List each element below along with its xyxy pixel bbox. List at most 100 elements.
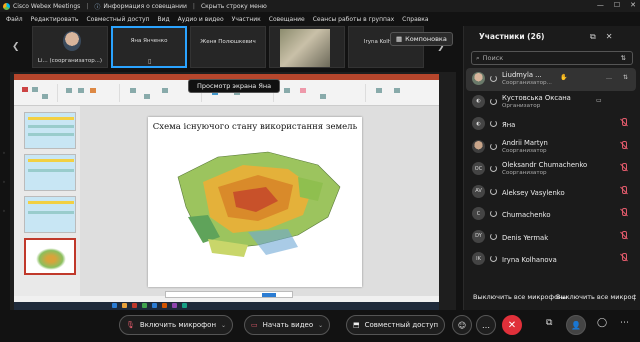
- menu-help[interactable]: Справка: [398, 16, 432, 23]
- slide-thumb[interactable]: [24, 196, 76, 233]
- audio-status-icon: [490, 120, 497, 127]
- thumb-name: Женя Полюшкевич: [200, 39, 256, 45]
- screen-share-banner[interactable]: Просмотр экрана Яна: [188, 79, 281, 93]
- slide-thumb[interactable]: [24, 154, 76, 191]
- participant-row[interactable]: OC Oleksandr Chumachenko Соорганизатор: [466, 158, 636, 181]
- mic-off-icon: 🎙: [126, 321, 135, 329]
- audio-status-icon: [490, 97, 497, 105]
- avatar: [472, 72, 485, 85]
- video-thumb[interactable]: [269, 26, 345, 68]
- slide-thumb-selected[interactable]: [24, 238, 76, 275]
- land-use-map: [177, 151, 341, 257]
- end-call-button[interactable]: ✕: [502, 315, 522, 335]
- participant-row[interactable]: ◐ Яна: [466, 113, 636, 136]
- audio-status-icon: [490, 210, 497, 217]
- title-bar: Cisco Webex Meetings | ⓘ Информация о со…: [0, 0, 640, 12]
- rail-icon[interactable]: ◦: [0, 208, 8, 215]
- video-thumb[interactable]: Li... (соорганизатор...): [32, 26, 108, 68]
- info-icon[interactable]: ⓘ: [94, 2, 100, 11]
- menu-participant[interactable]: Участник: [228, 16, 265, 23]
- audio-icon[interactable]: ⇅: [623, 74, 628, 81]
- slides-pane: [14, 106, 80, 302]
- participant-row[interactable]: DY Denis Yermak: [466, 226, 636, 249]
- avatar: OC: [472, 162, 485, 175]
- share-button[interactable]: ⬒ Совместный доступ: [346, 315, 446, 335]
- layout-button[interactable]: ▦ Компоновка: [390, 32, 453, 46]
- menu-meeting[interactable]: Совещание: [265, 16, 309, 23]
- minimize-icon[interactable]: —: [597, 1, 604, 9]
- mute-all-button[interactable]: Выключить все микрофоны: [473, 293, 567, 301]
- participant-row[interactable]: IK Iryna Kolhanova: [466, 248, 636, 271]
- mic-muted-icon[interactable]: [619, 253, 628, 263]
- video-thumb[interactable]: Женя Полюшкевич: [190, 26, 266, 68]
- sort-icon[interactable]: ⇅: [621, 54, 626, 62]
- more-panels-icon[interactable]: ⋯: [620, 318, 629, 328]
- participants-list: Liudmyla ... Соорганизатор... ✋ … ⇅ ◐ Ку…: [466, 68, 636, 271]
- mic-muted-icon[interactable]: [619, 230, 628, 241]
- participant-search-input[interactable]: ⌕ Поиск ⇅: [471, 51, 633, 65]
- menu-bar: Файл Редактировать Совместный доступ Вид…: [0, 13, 460, 25]
- menu-edit[interactable]: Редактировать: [27, 16, 83, 23]
- breakout-icon[interactable]: ⧉: [546, 318, 552, 328]
- avatar: C: [472, 207, 485, 220]
- ppt-notification: [165, 291, 293, 298]
- participant-row[interactable]: C Chumachenko: [466, 203, 636, 226]
- video-button[interactable]: ▭ Начать видео ⌄: [244, 315, 331, 335]
- participants-title: Участники (26): [479, 32, 545, 41]
- slide-thumb[interactable]: [24, 112, 76, 149]
- mic-muted-icon[interactable]: [619, 163, 628, 173]
- audio-status-icon: [490, 255, 497, 262]
- mic-muted-icon[interactable]: [619, 140, 628, 151]
- share-icon: ⬒: [353, 321, 360, 329]
- rail-icon[interactable]: ◦: [0, 179, 8, 186]
- mic-button[interactable]: 🎙 Включить микрофон ⌄: [119, 315, 234, 335]
- avatar: [472, 139, 485, 153]
- audio-status-icon: [490, 75, 497, 82]
- rail-icon[interactable]: ◦: [0, 150, 8, 157]
- unmute-all-button[interactable]: Выключить все микрофоны: [556, 293, 636, 301]
- participant-row[interactable]: ◐ Кустовська Оксана Организатор ▭: [466, 91, 636, 114]
- audio-status-icon: [490, 232, 497, 240]
- participants-icon[interactable]: 👤: [566, 315, 586, 335]
- close-panel-icon[interactable]: ✕: [606, 32, 613, 42]
- audio-status-icon: [490, 187, 497, 195]
- participant-row[interactable]: Andrii Martyn Соорганизатор: [466, 136, 636, 159]
- chevron-down-icon[interactable]: ⌄: [221, 322, 226, 329]
- mic-muted-icon[interactable]: [619, 185, 628, 196]
- more-options-button[interactable]: …: [476, 315, 496, 335]
- meeting-info-link[interactable]: Информация о совещании: [103, 3, 187, 10]
- mic-muted-icon[interactable]: [619, 118, 628, 128]
- maximize-icon[interactable]: ☐: [614, 1, 620, 9]
- menu-file[interactable]: Файл: [2, 16, 27, 23]
- layout-icon: ▦: [396, 35, 403, 43]
- popout-icon[interactable]: ⧉: [590, 32, 596, 42]
- close-icon[interactable]: ✕: [630, 1, 636, 9]
- menu-breakout[interactable]: Сеансы работы в группах: [309, 16, 398, 23]
- video-feed: [280, 29, 330, 67]
- thumb-name: Яна Янченко: [130, 38, 168, 44]
- chat-icon[interactable]: ◯: [597, 318, 607, 328]
- prev-arrow-icon[interactable]: ❮: [12, 42, 20, 52]
- thumb-name: Li... (соорганизатор...): [37, 58, 103, 64]
- chevron-down-icon[interactable]: ⌄: [318, 322, 323, 329]
- os-taskbar: [14, 302, 439, 310]
- avatar: IK: [472, 252, 485, 265]
- participant-row[interactable]: Liudmyla ... Соорганизатор... ✋ … ⇅: [466, 68, 636, 91]
- menu-share[interactable]: Совместный доступ: [82, 16, 153, 23]
- reactions-button[interactable]: ☺: [452, 315, 472, 335]
- hand-icon: ✋: [560, 74, 568, 81]
- camera-off-icon: ▭: [251, 321, 258, 329]
- participant-row[interactable]: AV Aleksey Vasylenko: [466, 181, 636, 204]
- menu-view[interactable]: Вид: [153, 16, 173, 23]
- avatar: AV: [472, 184, 485, 198]
- avatar: ◐: [472, 117, 485, 130]
- menu-audio-video[interactable]: Аудио и видео: [174, 16, 228, 23]
- mic-muted-icon[interactable]: [619, 208, 628, 218]
- video-thumb[interactable]: Яна Янченко ▯: [111, 26, 187, 68]
- audio-status-icon: [490, 165, 497, 172]
- device-icon: ▭: [596, 96, 602, 104]
- app-title: Cisco Webex Meetings: [13, 2, 81, 10]
- hide-menu-link[interactable]: Скрыть строку меню: [201, 3, 267, 10]
- more-options-icon[interactable]: …: [606, 74, 612, 81]
- avatar: ◐: [472, 94, 485, 108]
